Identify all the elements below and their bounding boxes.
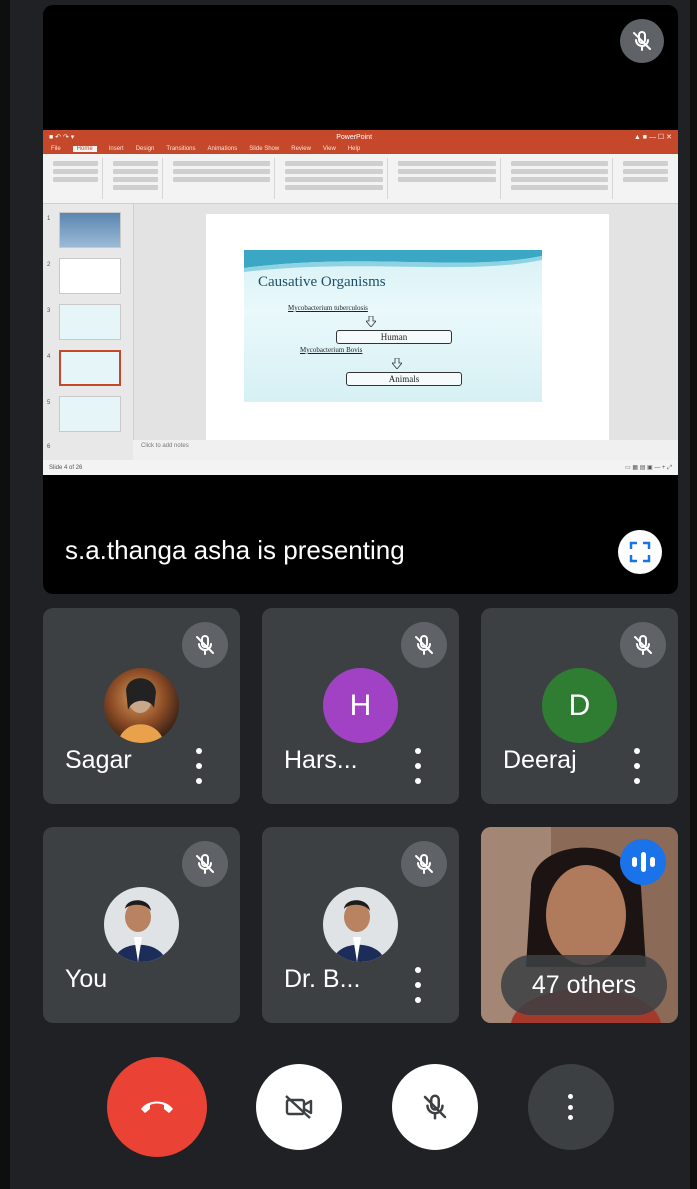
end-call-button[interactable] xyxy=(107,1057,207,1157)
mic-toggle-button[interactable] xyxy=(392,1064,478,1150)
camera-toggle-button[interactable] xyxy=(256,1064,342,1150)
more-options-button[interactable] xyxy=(413,967,423,1003)
meet-screen: ■ ↶ ↷ ▾ PowerPoint ▲ ■ — ☐ ✕ File Home Inser… xyxy=(10,0,690,1189)
others-count-badge: 47 others xyxy=(501,955,667,1015)
camera-off-icon xyxy=(285,1095,313,1119)
slide-title: Causative Organisms xyxy=(258,274,386,290)
slide-box-animals: Animals xyxy=(346,372,462,386)
mic-off-icon xyxy=(196,634,214,655)
muted-badge xyxy=(620,622,666,668)
mic-off-icon xyxy=(423,1094,447,1120)
speaking-indicator-icon xyxy=(620,839,666,885)
participant-tile[interactable]: H Hars... xyxy=(262,608,459,804)
avatar xyxy=(104,668,179,743)
more-options-button[interactable] xyxy=(413,748,423,784)
down-arrow-icon xyxy=(392,358,402,369)
phone-hangup-icon xyxy=(141,1101,173,1113)
avatar-photo xyxy=(114,900,166,962)
slide-wave-decoration xyxy=(244,250,542,272)
participant-tile[interactable]: Dr. B... xyxy=(262,827,459,1023)
shared-screen-powerpoint: ■ ↶ ↷ ▾ PowerPoint ▲ ■ — ☐ ✕ File Home Inser… xyxy=(43,130,678,475)
fullscreen-icon xyxy=(629,541,651,563)
slide-line-1: Mycobacterium tuberculosis xyxy=(288,304,368,312)
participant-name: Deeraj xyxy=(503,746,577,774)
mic-off-icon xyxy=(415,634,433,655)
muted-badge xyxy=(401,622,447,668)
avatar xyxy=(104,887,179,962)
slide-line-2: Mycobacterium Bovis xyxy=(300,346,363,354)
ppt-status-bar: Slide 4 of 26 ▭ ▦ ▤ ▣ — + ⤢ xyxy=(43,460,678,475)
mic-off-icon xyxy=(634,634,652,655)
avatar xyxy=(323,887,398,962)
ppt-menu-bar: File Home Insert Design Transitions Animation… xyxy=(43,144,678,154)
muted-badge xyxy=(401,841,447,887)
participant-tile[interactable]: Sagar xyxy=(43,608,240,804)
participant-name: You xyxy=(65,965,108,993)
ppt-workspace: 1 2 3 4 5 6 Causative Organisms Mycobact… xyxy=(43,204,678,460)
presenter-muted-badge xyxy=(620,19,664,63)
avatar-photo xyxy=(333,900,385,962)
muted-badge xyxy=(182,622,228,668)
others-tile[interactable]: 47 others xyxy=(481,827,678,1023)
mic-off-icon xyxy=(196,853,214,874)
more-vert-icon xyxy=(568,1094,574,1120)
avatar-photo xyxy=(118,678,164,743)
mic-off-icon xyxy=(415,853,433,874)
slide-box-human: Human xyxy=(336,330,452,344)
mic-off-icon xyxy=(633,30,651,51)
participant-tile[interactable]: D Deeraj xyxy=(481,608,678,804)
more-options-button[interactable] xyxy=(632,748,642,784)
participant-name: Dr. B... xyxy=(284,965,361,993)
slide-thumbnails: 1 2 3 4 5 6 xyxy=(43,204,134,460)
ppt-notes-area: Click to add notes xyxy=(133,440,678,460)
slide-canvas: Causative Organisms Mycobacterium tuberc… xyxy=(206,214,609,440)
more-options-button[interactable] xyxy=(528,1064,614,1150)
presentation-tile[interactable]: ■ ↶ ↷ ▾ PowerPoint ▲ ■ — ☐ ✕ File Home Inser… xyxy=(43,5,678,594)
avatar-initial: D xyxy=(542,668,617,743)
avatar-initial: H xyxy=(323,668,398,743)
ppt-title-bar: ■ ↶ ↷ ▾ PowerPoint ▲ ■ — ☐ ✕ xyxy=(43,130,678,144)
ppt-ribbon xyxy=(43,154,678,204)
participant-name: Hars... xyxy=(284,746,358,774)
participant-tile[interactable]: You xyxy=(43,827,240,1023)
presenter-label: s.a.thanga asha is presenting xyxy=(65,535,405,565)
down-arrow-icon xyxy=(366,316,376,327)
current-slide: Causative Organisms Mycobacterium tuberc… xyxy=(244,250,542,402)
fullscreen-button[interactable] xyxy=(618,530,662,574)
muted-badge xyxy=(182,841,228,887)
participant-name: Sagar xyxy=(65,746,132,774)
more-options-button[interactable] xyxy=(194,748,204,784)
